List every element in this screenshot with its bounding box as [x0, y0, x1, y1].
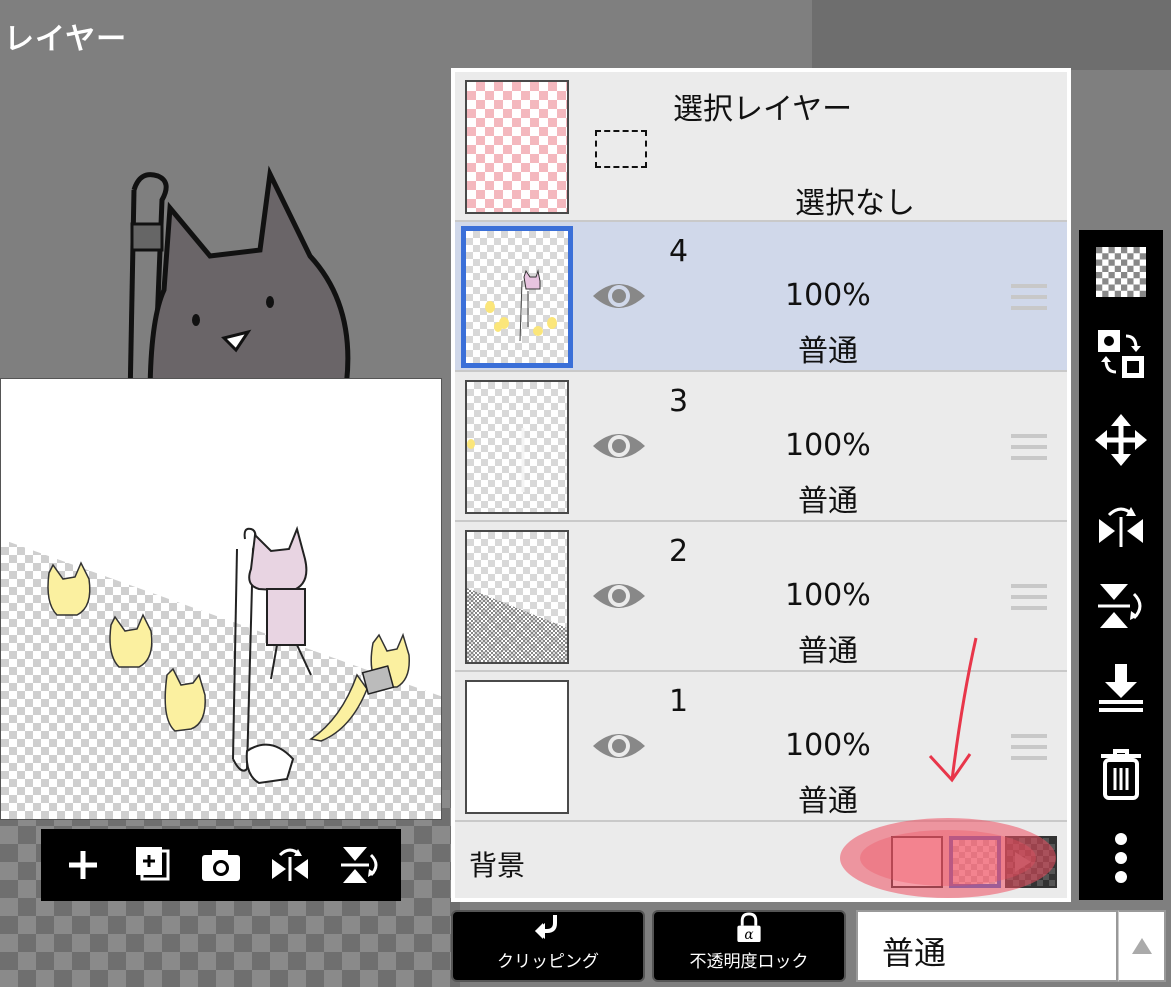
clipping-arrow-icon	[535, 915, 557, 939]
layer-name: 2	[669, 534, 689, 569]
drag-handle-icon[interactable]	[1011, 432, 1047, 462]
layer-name: 1	[669, 684, 689, 719]
layer-thumbnail-art	[485, 269, 557, 342]
camera-icon[interactable]	[193, 837, 249, 893]
layer-thumbnail-art	[467, 588, 567, 662]
selection-layer-row[interactable]: 選択レイヤー 選択なし	[455, 72, 1067, 222]
drag-handle-icon[interactable]	[1011, 732, 1047, 762]
layer-tools-toolbar	[1079, 230, 1163, 900]
blend-mode-value: 普通	[882, 934, 947, 972]
layer-thumbnail	[461, 226, 573, 368]
flip-horizontal-icon[interactable]	[1091, 496, 1151, 556]
canvas-preview[interactable]	[0, 378, 442, 820]
background-row: 背景	[455, 822, 1067, 898]
flip-vertical-icon[interactable]	[331, 837, 387, 893]
visibility-eye-icon[interactable]	[591, 576, 647, 616]
visibility-eye-icon[interactable]	[591, 276, 647, 316]
canvas-edge	[812, 0, 1171, 70]
background-transparent-option[interactable]	[949, 836, 1001, 888]
selection-status: 選択なし	[795, 186, 915, 221]
layer-thumbnail-art	[467, 428, 525, 492]
blend-mode-select[interactable]: 普通	[856, 910, 1118, 982]
merge-down-icon[interactable]	[1091, 658, 1151, 718]
alpha-lock-label: 不透明度ロック	[689, 952, 809, 972]
more-icon[interactable]	[1091, 828, 1151, 888]
layer-thumbnail	[465, 680, 569, 814]
triangle-up-icon	[1131, 938, 1152, 954]
alpha-lock-button[interactable]: α 不透明度ロック	[652, 910, 846, 982]
layer-row[interactable]: 3 100% 普通	[455, 372, 1067, 522]
visibility-eye-icon[interactable]	[591, 426, 647, 466]
trash-icon[interactable]	[1091, 744, 1151, 804]
layer-row[interactable]: 2 100% 普通	[455, 522, 1067, 672]
layer-opacity: 100%	[785, 578, 871, 613]
blend-mode-toggle[interactable]	[1118, 910, 1166, 982]
drag-handle-icon[interactable]	[1011, 282, 1047, 312]
background-white-option[interactable]	[891, 836, 943, 888]
layer-opacity: 100%	[785, 278, 871, 313]
add-layer-icon[interactable]	[124, 837, 180, 893]
play-icon	[1015, 852, 1031, 872]
layer-blend-mode: 普通	[798, 484, 858, 519]
background-label: 背景	[469, 849, 526, 882]
layer-row[interactable]: 1 100% 普通	[455, 672, 1067, 822]
layer-panel: 選択レイヤー 選択なし 4 100% 普通 3 100% 普通 2 100% 普…	[451, 68, 1071, 902]
canvas-drawing	[127, 165, 351, 400]
transparency-icon[interactable]	[1091, 242, 1151, 302]
swap-icon[interactable]	[1091, 324, 1151, 384]
lock-icon: α	[737, 912, 761, 943]
layer-opacity: 100%	[785, 428, 871, 463]
svg-text:α: α	[744, 927, 753, 943]
preview-toolbar	[41, 829, 401, 901]
background-dark-option[interactable]	[1005, 836, 1057, 888]
clipping-button[interactable]: クリッピング	[451, 910, 645, 982]
page-title: レイヤー	[4, 22, 128, 57]
flip-vertical-icon[interactable]	[1091, 576, 1151, 636]
layer-name: 3	[669, 384, 689, 419]
layer-blend-mode: 普通	[798, 784, 858, 819]
layer-blend-mode: 普通	[798, 334, 858, 369]
layer-row[interactable]: 4 100% 普通	[455, 222, 1067, 372]
layer-thumbnail	[465, 380, 569, 514]
plus-icon[interactable]	[55, 837, 111, 893]
visibility-eye-icon[interactable]	[591, 726, 647, 766]
layer-blend-mode: 普通	[798, 634, 858, 669]
selection-layer-title: 選択レイヤー	[673, 92, 853, 127]
selection-icon	[595, 130, 647, 168]
move-icon[interactable]	[1091, 410, 1151, 470]
preview-drawing	[47, 525, 410, 785]
layer-thumbnail	[465, 530, 569, 664]
flip-horizontal-icon[interactable]	[262, 837, 318, 893]
selection-layer-thumbnail	[465, 80, 569, 214]
clipping-label: クリッピング	[497, 952, 599, 972]
layer-opacity: 100%	[785, 728, 871, 763]
drag-handle-icon[interactable]	[1011, 582, 1047, 612]
layer-name: 4	[669, 234, 689, 269]
